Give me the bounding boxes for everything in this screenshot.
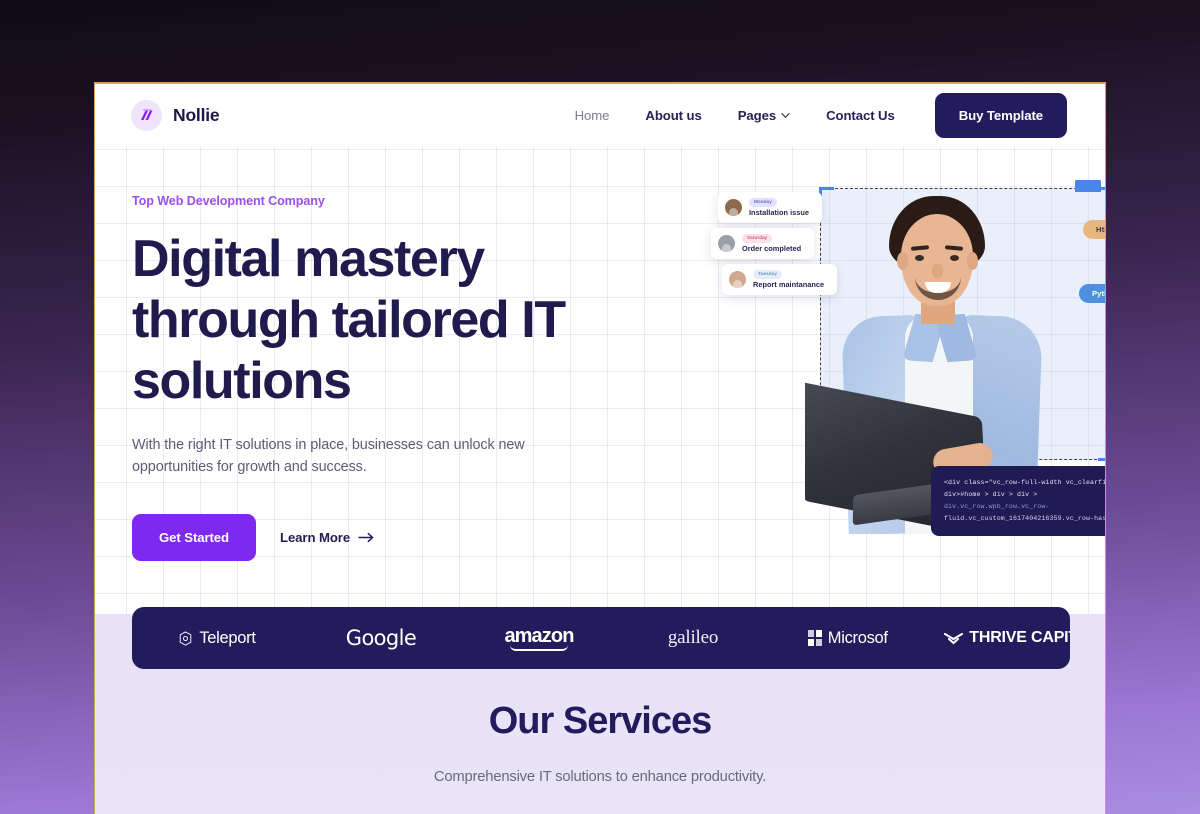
browser-page: Nollie Home About us Pages Contact Us Bu…	[94, 82, 1106, 814]
page-title: Digital mastery through tailored IT solu…	[132, 229, 602, 412]
learn-more-label: Learn More	[279, 530, 351, 545]
logo-teleport-label: Teleport	[199, 628, 256, 647]
devtools-code-tooltip: <div class="vc_row-full-width vc_clearfi…	[931, 466, 1106, 536]
code-line-2: div>#home > div > div >	[944, 491, 1038, 498]
thrive-chevrons-icon	[944, 632, 964, 644]
nav-link-pages-label: Pages	[737, 107, 777, 123]
nav-link-pages[interactable]: Pages	[720, 108, 808, 123]
services-subtitle: Comprehensive IT solutions to enhance pr…	[433, 769, 767, 785]
status-badge: Monday	[749, 198, 777, 208]
avatar	[725, 199, 742, 217]
notification-title: Order completed	[742, 244, 802, 254]
nav-links: Home About us Pages Contact Us	[557, 108, 913, 123]
logo-thrive-label: THRIVE CAPITAL	[969, 629, 1070, 646]
heading-line-1: Digital mastery	[132, 230, 485, 288]
notification-card[interactable]: Saturday Order completed	[711, 228, 815, 260]
selection-handle-top-right[interactable]	[1098, 187, 1105, 202]
hero-copy: Top Web Development Company Digital mast…	[132, 194, 602, 561]
logo-teleport: Teleport	[132, 629, 302, 648]
avatar	[729, 271, 746, 289]
chevron-down-icon	[781, 112, 790, 118]
logo-google: Google	[302, 626, 460, 650]
tech-chip-python: Python	[1079, 284, 1105, 303]
brand-name: Nollie	[173, 104, 220, 125]
hero-subtitle: With the right IT solutions in place, bu…	[132, 437, 525, 475]
tech-chip-html: Html	[1083, 220, 1105, 239]
buy-template-button[interactable]: Buy Template	[934, 92, 1067, 138]
nav-link-about-us[interactable]: About us	[627, 108, 719, 123]
notification-card[interactable]: Tuesday Report maintanance	[722, 264, 838, 296]
brand[interactable]: Nollie	[131, 99, 220, 131]
arrow-right-icon	[358, 532, 374, 543]
teleport-gear-icon	[180, 630, 192, 646]
heading-line-3: solutions	[132, 352, 352, 410]
nav-link-home[interactable]: Home	[557, 108, 628, 123]
client-logo-strip: Teleport Google amazon galileo Microsof …	[132, 607, 1070, 669]
code-line-3: div.vc_row.wpb_row.vc_row-	[944, 503, 1050, 510]
logo-google-label: Google	[345, 626, 417, 650]
nav-link-contact-us[interactable]: Contact Us	[808, 108, 913, 123]
avatar	[718, 235, 735, 253]
navbar: Nollie Home About us Pages Contact Us Bu…	[95, 84, 1105, 146]
get-started-button[interactable]: Get Started	[132, 514, 256, 561]
hero-eyebrow: Top Web Development Company	[132, 194, 325, 208]
amazon-swoosh-icon	[510, 645, 568, 651]
selection-handle-bottom-right[interactable]	[1098, 446, 1105, 461]
hero-section: Nollie Home About us Pages Contact Us Bu…	[95, 84, 1105, 669]
logo-thrive-capital: THRIVE CAPITAL	[928, 629, 1070, 647]
hero-visual: Monday Installation issue Saturday Order…	[615, 180, 1105, 564]
hero-cta-group: Get Started Learn More	[132, 514, 602, 561]
learn-more-button[interactable]: Learn More	[270, 518, 385, 557]
slashes-logo-icon	[131, 99, 162, 131]
desktop-backdrop: Nollie Home About us Pages Contact Us Bu…	[0, 0, 1200, 814]
logo-microsoft-label: Microsof	[827, 628, 888, 647]
code-line-4: fluid.vc_custom_1617404216359.vc_row-has…	[944, 515, 1106, 522]
logo-galileo: galileo	[618, 627, 768, 649]
logo-galileo-label: galileo	[667, 627, 719, 648]
notification-title: Installation issue	[749, 208, 809, 218]
status-badge: Saturday	[742, 234, 773, 244]
code-line-1: <div class="vc_row-full-width vc_clearfi…	[944, 479, 1106, 486]
services-title: Our Services	[488, 700, 712, 742]
notification-card[interactable]: Monday Installation issue	[718, 192, 822, 224]
logo-amazon: amazon	[460, 625, 618, 651]
status-badge: Tuesday	[753, 270, 782, 280]
notification-title: Report maintanance	[753, 280, 825, 290]
heading-line-2: through tailored IT	[132, 291, 566, 349]
navbar-right: Home About us Pages Contact Us Buy Templ…	[557, 92, 1067, 138]
microsoft-tiles-icon	[808, 630, 822, 646]
logo-microsoft: Microsof	[768, 629, 928, 648]
